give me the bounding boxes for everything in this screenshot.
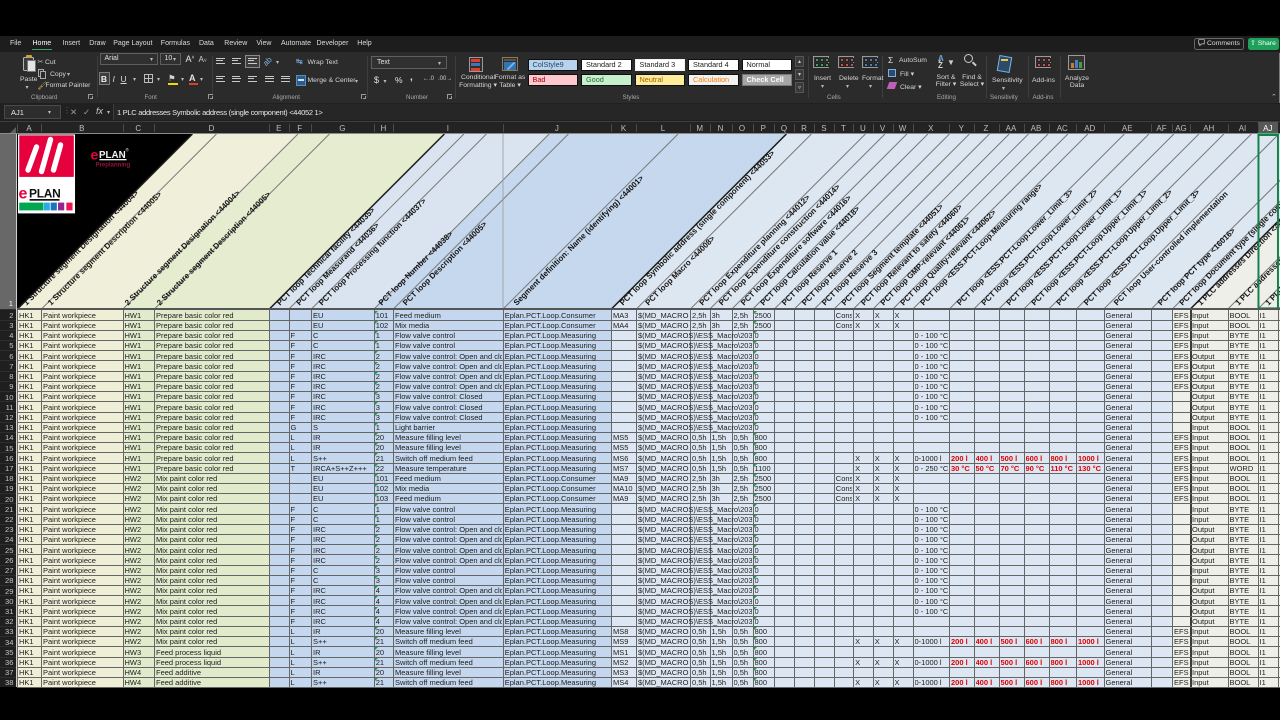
svg-text:e: e xyxy=(19,185,28,202)
svg-text:e: e xyxy=(91,146,99,162)
svg-text:Preplanning: Preplanning xyxy=(96,161,131,168)
svg-text:PLAN: PLAN xyxy=(29,186,60,200)
